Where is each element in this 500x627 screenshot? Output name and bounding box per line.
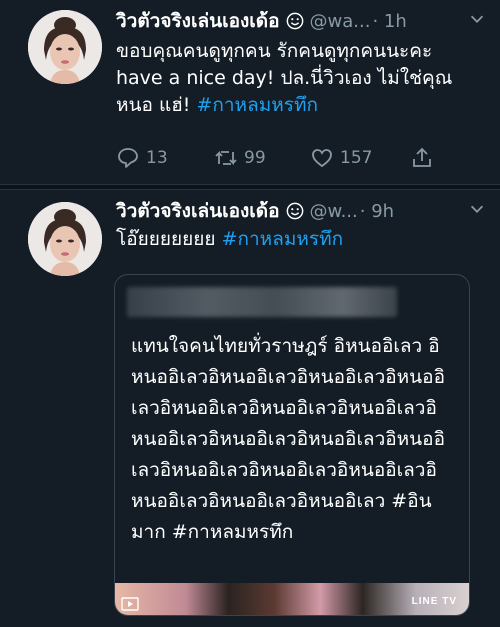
smile-emoji-icon — [286, 12, 303, 30]
quoted-tweet-card[interactable]: แทนใจคนไทยทั่วราษฎร์ อิหนออิเลว อิหนออิเ… — [114, 274, 470, 616]
share-button[interactable] — [410, 146, 440, 170]
display-name[interactable]: วิวตัวจริงเล่นเองเด้อ — [116, 196, 280, 226]
tweet-2[interactable]: วิวตัวจริงเล่นเองเด้อ @w... · 9h โอ๊ยยยย… — [0, 190, 500, 627]
like-count: 157 — [340, 148, 373, 168]
line-tv-logo: LINE TV — [411, 596, 457, 607]
like-button[interactable]: 157 — [310, 146, 372, 170]
media-icon — [121, 597, 139, 611]
timestamp[interactable]: · 1h — [372, 11, 406, 32]
avatar[interactable] — [28, 202, 102, 276]
retweet-count: 99 — [244, 148, 266, 168]
handle[interactable]: @w... — [310, 201, 358, 222]
avatar[interactable] — [28, 10, 102, 84]
hashtag-link[interactable]: #กาหลมหรทึก — [222, 228, 344, 250]
tweet-header: วิวตัวจริงเล่นเองเด้อ @w... · 9h — [116, 198, 486, 224]
tweet-actions: 13 99 157 — [116, 146, 446, 174]
timestamp[interactable]: · 9h — [360, 201, 394, 222]
chevron-down-icon[interactable] — [468, 200, 486, 218]
retweet-icon — [215, 150, 237, 166]
quoted-tweet-text: แทนใจคนไทยทั่วราษฎร์ อิหนออิเลว อิหนออิเ… — [131, 335, 445, 543]
reply-button[interactable]: 13 — [116, 146, 168, 170]
chevron-down-icon[interactable] — [468, 10, 486, 28]
smile-emoji-icon — [286, 202, 303, 220]
hashtag-link[interactable]: #กาหลมหรทึก — [196, 94, 318, 116]
blurred-author — [127, 287, 397, 317]
tweet-text: โอ๊ยยยยยยย #กาหลมหรทึก — [116, 226, 484, 253]
tweet-header: วิวตัวจริงเล่นเองเด้อ @wa... · 1h — [116, 8, 486, 34]
share-icon — [413, 147, 431, 167]
display-name[interactable]: วิวตัวจริงเล่นเองเด้อ — [116, 6, 280, 36]
tweet-1[interactable]: วิวตัวจริงเล่นเองเด้อ @wa... · 1h ขอบคุณ… — [0, 0, 500, 187]
like-icon — [312, 149, 332, 168]
retweet-button[interactable]: 99 — [214, 146, 266, 170]
tweet-text: ขอบคุณคนดูทุกคน รักคนดูทุกคนนะคะ have a … — [116, 38, 484, 119]
quoted-media-thumbnail[interactable]: LINE TV — [115, 583, 469, 615]
reply-icon — [118, 148, 138, 168]
reply-count: 13 — [146, 148, 168, 168]
tweet-body: โอ๊ยยยยยยย — [116, 228, 222, 250]
handle[interactable]: @wa... — [310, 11, 371, 32]
